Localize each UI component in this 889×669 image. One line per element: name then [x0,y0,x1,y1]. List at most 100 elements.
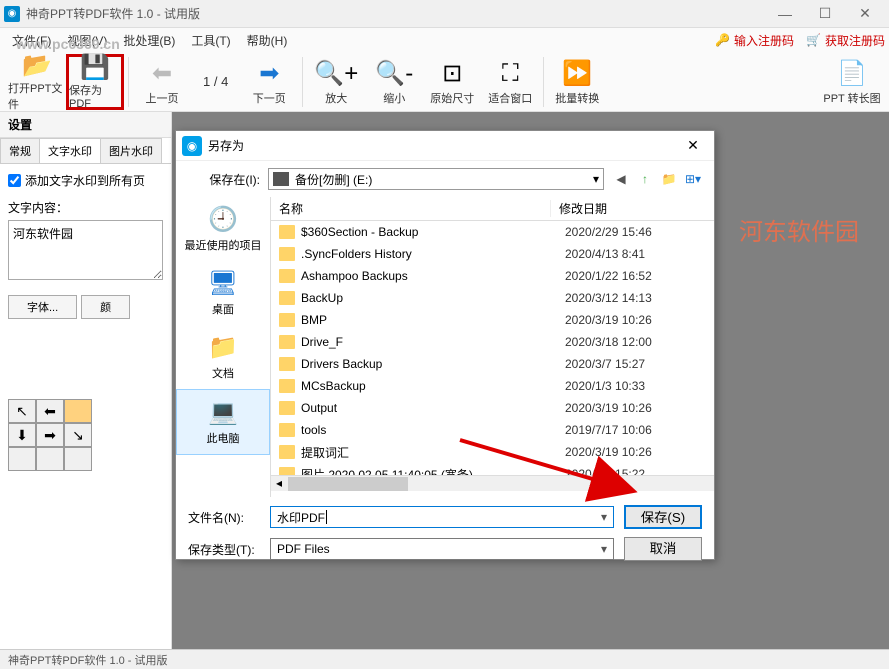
color-button[interactable]: 颜 [81,295,130,319]
file-row[interactable]: Ashampoo Backups2020/1/22 16:52 [271,265,714,287]
add-watermark-label: 添加文字水印到所有页 [25,172,145,189]
pos-n[interactable]: ⬅ [36,399,64,423]
menu-help[interactable]: 帮助(H) [239,30,296,51]
text-content-label: 文字内容： [8,199,163,216]
pos-ne[interactable] [64,399,92,423]
cart-icon: 🛒 [806,33,821,47]
input-reg-link[interactable]: 🔑 输入注册码 [715,32,794,49]
ppt-long-img-label: PPT 转长图 [823,90,880,106]
file-date: 2020/4/13 8:41 [565,247,714,261]
file-row[interactable]: 提取词汇2020/3/19 10:26 [271,441,714,463]
folder-icon [279,313,295,327]
pos-s[interactable] [36,447,64,471]
scrollbar-thumb[interactable] [288,477,408,491]
tab-text-watermark[interactable]: 文字水印 [39,138,101,163]
file-row[interactable]: Drive_F2020/3/18 12:00 [271,331,714,353]
tab-image-watermark[interactable]: 图片水印 [100,138,162,163]
place-this-pc-label: 此电脑 [207,430,240,446]
get-reg-label: 获取注册码 [825,32,885,49]
menu-tools[interactable]: 工具(T) [183,30,238,51]
place-recent-label: 最近使用的项目 [185,237,262,253]
prev-page-button[interactable]: ⬅ 上一页 [133,54,191,110]
pos-c[interactable]: ➡ [36,423,64,447]
zoom-out-button[interactable]: 🔍- 缩小 [365,54,423,110]
maximize-button[interactable]: ☐ [805,0,845,28]
file-row[interactable]: tools2019/7/17 10:06 [271,419,714,441]
zoom-in-button[interactable]: 🔍+ 放大 [307,54,365,110]
dialog-app-icon: ◉ [182,136,202,156]
location-combo[interactable]: 备份[勿删] (E:) ▾ [268,168,604,190]
brand-watermark: 河东软件园 [739,212,859,247]
folder-icon [279,225,295,239]
ppt-long-img-button[interactable]: 📄 PPT 转长图 [823,54,881,110]
watermark-text-input[interactable]: 河东软件园 [8,220,163,280]
file-date: 2020/3/19 10:26 [565,445,714,459]
file-date: 2020/3/19 10:26 [565,401,714,415]
dialog-close-button[interactable]: ✕ [678,137,708,154]
column-name[interactable]: 名称 [271,200,551,217]
pos-sw[interactable] [8,447,36,471]
up-icon[interactable]: ↑ [636,170,654,188]
file-row[interactable]: BMP2020/3/19 10:26 [271,309,714,331]
add-watermark-checkbox[interactable] [8,174,21,187]
orig-size-label: 原始尺寸 [430,90,474,106]
place-documents[interactable]: 📁 文档 [176,325,270,389]
settings-title: 设置 [0,112,171,138]
save-pdf-button[interactable]: 💾 保存为PDF [66,54,124,110]
file-date: 2019/7/17 10:06 [565,423,714,437]
font-button[interactable]: 字体... [8,295,77,319]
filename-label: 文件名(N): [188,509,260,526]
pos-e[interactable]: ↘ [64,423,92,447]
file-name: MCsBackup [301,379,565,393]
zoom-out-icon: 🔍- [375,58,413,90]
file-row[interactable]: .SyncFolders History2020/4/13 8:41 [271,243,714,265]
next-page-button[interactable]: ➡ 下一页 [240,54,298,110]
open-ppt-button[interactable]: 📂 打开PPT文件 [8,54,66,110]
fit-window-button[interactable]: ⛶ 适合窗口 [481,54,539,110]
new-folder-icon[interactable]: 📁 [660,170,678,188]
file-row[interactable]: $360Section - Backup2020/2/29 15:46 [271,221,714,243]
key-icon: 🔑 [715,33,730,47]
back-icon[interactable]: ◀ [612,170,630,188]
cancel-button[interactable]: 取消 [624,537,702,561]
pos-w[interactable]: ⬇ [8,423,36,447]
pc-icon: 💻 [207,398,239,426]
file-row[interactable]: Output2020/3/19 10:26 [271,397,714,419]
orig-size-button[interactable]: ⊡ 原始尺寸 [423,54,481,110]
file-date: 2020/1/3 10:33 [565,379,714,393]
pos-nw[interactable]: ↖ [8,399,36,423]
place-this-pc[interactable]: 💻 此电脑 [176,389,270,455]
ppt-icon: 📄 [837,58,867,90]
window-title: 神奇PPT转PDF软件 1.0 - 试用版 [26,5,765,22]
file-row[interactable]: Drivers Backup2020/3/7 15:27 [271,353,714,375]
pos-se[interactable] [64,447,92,471]
zoom-in-label: 放大 [325,90,347,106]
folder-icon [279,269,295,283]
file-row[interactable]: 图片 2020 02 05 11:40:05 (宽条)2020/2/7 15:2… [271,463,714,475]
place-recent[interactable]: 🕘 最近使用的项目 [176,197,270,261]
save-button[interactable]: 保存(S) [624,505,702,529]
file-name: .SyncFolders History [301,247,565,261]
next-page-label: 下一页 [253,90,286,106]
page-counter: 1 / 4 [191,74,240,89]
place-desktop[interactable]: 🖥 桌面 [176,261,270,325]
horizontal-scrollbar[interactable]: ◂ [271,475,714,491]
file-date: 2020/1/22 16:52 [565,269,714,283]
view-menu-icon[interactable]: ⊞▾ [684,170,702,188]
file-row[interactable]: MCsBackup2020/1/3 10:33 [271,375,714,397]
toolbar: 📂 打开PPT文件 💾 保存为PDF ⬅ 上一页 1 / 4 ➡ 下一页 🔍+ … [0,52,889,112]
column-date[interactable]: 修改日期 [551,200,714,217]
get-reg-link[interactable]: 🛒 获取注册码 [806,32,885,49]
filename-input[interactable]: 水印PDF ▾ [270,506,614,528]
close-button[interactable]: ✕ [845,0,885,28]
filetype-combo[interactable]: PDF Files ▾ [270,538,614,560]
input-reg-label: 输入注册码 [734,32,794,49]
places-bar: 🕘 最近使用的项目 🖥 桌面 📁 文档 💻 此电脑 [176,197,271,497]
batch-convert-button[interactable]: ⏩ 批量转换 [548,54,606,110]
file-row[interactable]: BackUp2020/3/12 14:13 [271,287,714,309]
tab-general[interactable]: 常规 [0,138,40,163]
minimize-button[interactable]: — [765,0,805,28]
folder-icon [279,401,295,415]
menu-batch[interactable]: 批处理(B) [115,30,183,51]
file-name: Drive_F [301,335,565,349]
